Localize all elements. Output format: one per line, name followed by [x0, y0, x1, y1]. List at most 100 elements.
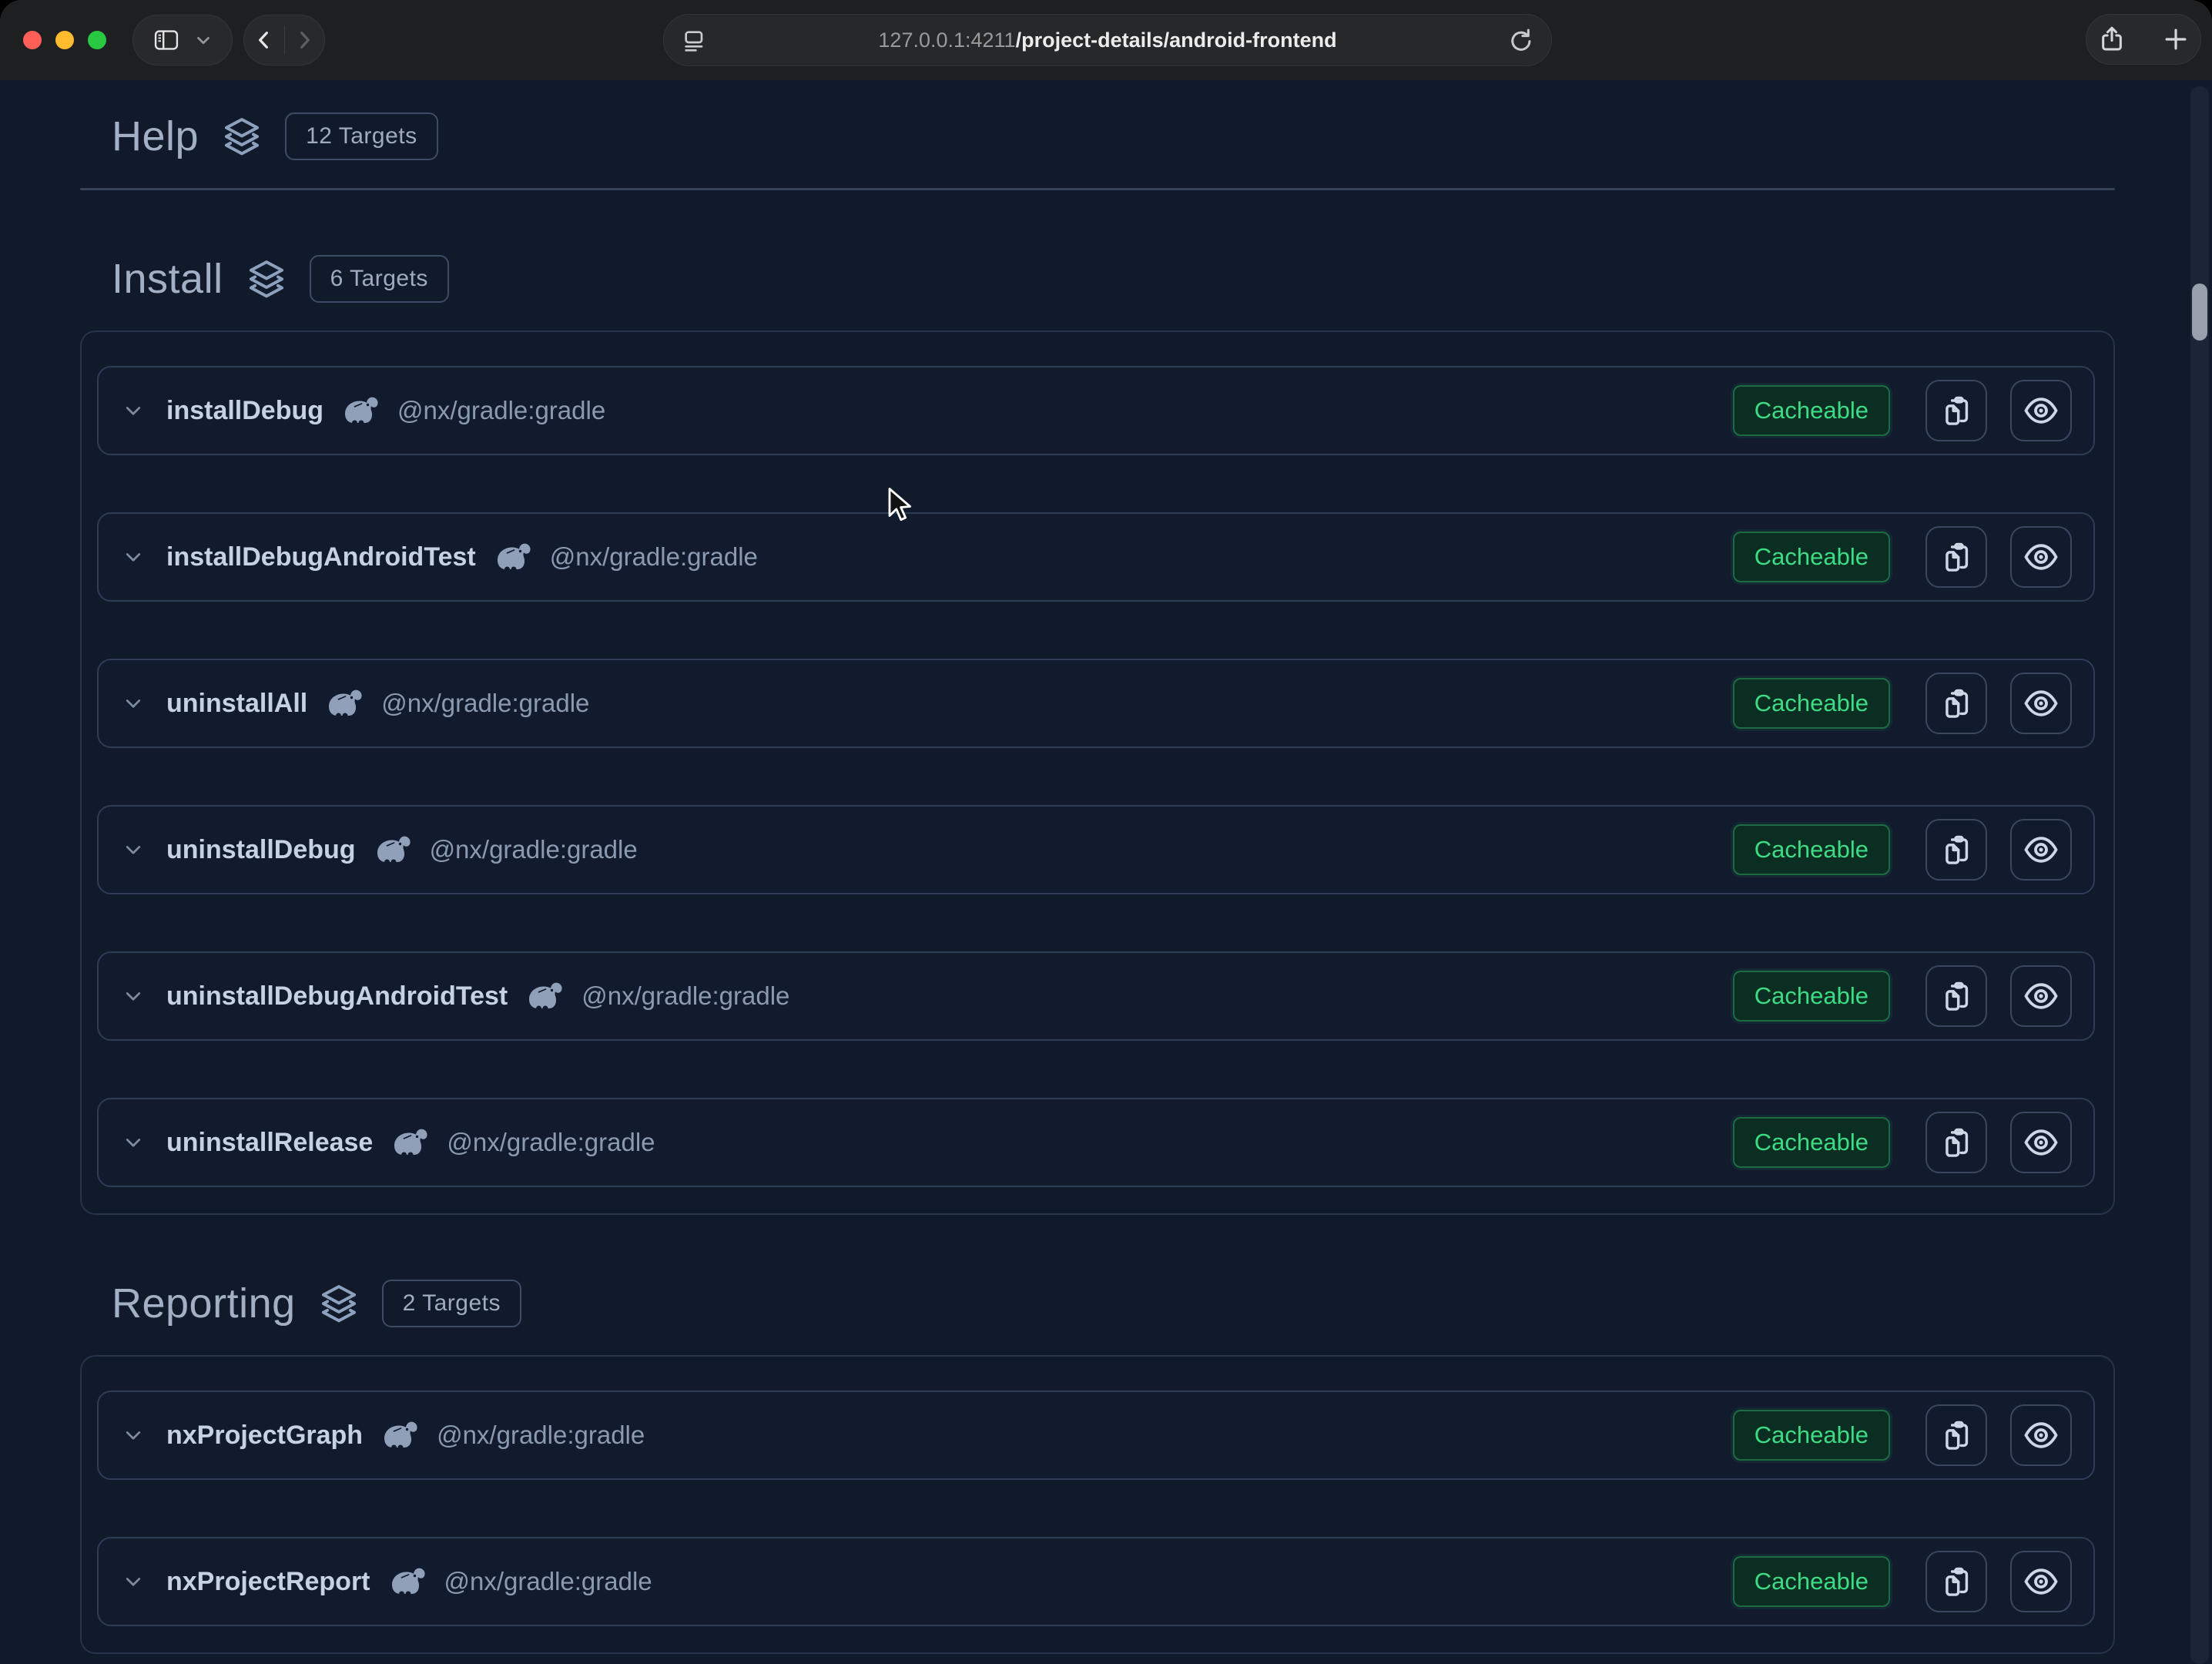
reload-button[interactable] — [1507, 26, 1536, 59]
section-divider — [80, 188, 2115, 190]
chevron-down-icon[interactable] — [120, 544, 146, 570]
copy-button[interactable] — [1925, 1551, 1987, 1612]
cacheable-badge: Cacheable — [1733, 385, 1890, 436]
eye-button[interactable] — [2010, 526, 2072, 588]
project-details-page: Help 12 Targets Install 6 — [0, 80, 2212, 1664]
url-path: /project-details/android-frontend — [1016, 29, 1337, 52]
target-row[interactable]: uninstallDebug @nx/gradle:gradle Cacheab… — [97, 805, 2095, 894]
targets-count-badge: 2 Targets — [382, 1280, 521, 1327]
target-executor: @nx/gradle:gradle — [444, 1567, 652, 1596]
cacheable-badge: Cacheable — [1733, 1117, 1890, 1168]
copy-button[interactable] — [1925, 526, 1987, 588]
zoom-window-button[interactable] — [88, 31, 106, 49]
copy-button[interactable] — [1925, 673, 1987, 734]
nav-buttons — [243, 15, 325, 65]
chevron-down-icon[interactable] — [120, 837, 146, 863]
target-row[interactable]: nxProjectGraph @nx/gradle:gradle Cacheab… — [97, 1391, 2095, 1480]
cacheable-badge: Cacheable — [1733, 532, 1890, 582]
target-executor: @nx/gradle:gradle — [447, 1128, 655, 1157]
sidebar-icon — [152, 25, 181, 55]
copy-icon — [1939, 978, 1974, 1014]
copy-icon — [1939, 1417, 1974, 1453]
copy-icon — [1939, 1125, 1974, 1160]
page-settings-icon — [679, 25, 710, 56]
chevron-down-icon[interactable] — [120, 690, 146, 716]
layers-icon — [317, 1282, 360, 1325]
copy-button[interactable] — [1925, 1404, 1987, 1466]
section-title: Reporting — [112, 1278, 296, 1329]
copy-button[interactable] — [1925, 1112, 1987, 1173]
target-row[interactable]: installDebugAndroidTest @nx/gradle:gradl… — [97, 512, 2095, 602]
copy-icon — [1939, 1564, 1974, 1599]
chevron-down-icon[interactable] — [120, 1422, 146, 1448]
target-executor: @nx/gradle:gradle — [430, 835, 638, 864]
gradle-icon — [344, 395, 380, 426]
eye-button[interactable] — [2010, 1551, 2072, 1612]
address-bar[interactable]: 127.0.0.1:4211/project-details/android-f… — [663, 14, 1552, 66]
layers-icon — [245, 257, 288, 300]
forward-button[interactable] — [284, 15, 324, 65]
reload-icon — [1507, 26, 1536, 55]
target-name: uninstallRelease — [166, 1128, 373, 1158]
target-executor: @nx/gradle:gradle — [581, 981, 789, 1011]
eye-button[interactable] — [2010, 673, 2072, 734]
toolbar-right-group — [2086, 14, 2201, 65]
row-actions: Cacheable — [1733, 965, 2072, 1027]
row-actions: Cacheable — [1733, 1112, 2072, 1173]
targets-count-badge: 12 Targets — [285, 112, 438, 160]
section-heading: Help 12 Targets — [112, 111, 2115, 162]
scrollbar-thumb[interactable] — [2192, 283, 2207, 341]
new-tab-button[interactable] — [2161, 25, 2190, 54]
chevron-down-icon[interactable] — [120, 398, 146, 424]
target-name: uninstallDebugAndroidTest — [166, 981, 508, 1011]
gradle-icon — [393, 1127, 430, 1158]
share-icon — [2096, 24, 2127, 55]
sidebar-toggle-button[interactable] — [132, 15, 233, 65]
page-settings-button[interactable] — [679, 25, 710, 60]
eye-button[interactable] — [2010, 965, 2072, 1027]
chevron-down-icon[interactable] — [120, 1568, 146, 1595]
minimize-window-button[interactable] — [55, 31, 74, 49]
forward-icon — [292, 28, 317, 52]
scrollbar-track[interactable] — [2190, 86, 2209, 1664]
copy-button[interactable] — [1925, 965, 1987, 1027]
section-title: Install — [112, 253, 223, 304]
row-actions: Cacheable — [1733, 526, 2072, 588]
target-name: uninstallDebug — [166, 835, 356, 865]
project-targets: Help 12 Targets Install 6 — [80, 111, 2115, 1654]
eye-icon — [2023, 392, 2060, 429]
eye-button[interactable] — [2010, 380, 2072, 441]
target-executor: @nx/gradle:gradle — [381, 689, 589, 718]
eye-button[interactable] — [2010, 1404, 2072, 1466]
targets-count-badge: 6 Targets — [310, 255, 449, 303]
eye-icon — [2023, 538, 2060, 575]
browser-window: 127.0.0.1:4211/project-details/android-f… — [0, 0, 2212, 1664]
target-name: nxProjectReport — [166, 1567, 370, 1597]
copy-button[interactable] — [1925, 380, 1987, 441]
gradle-icon — [327, 688, 364, 719]
target-row[interactable]: nxProjectReport @nx/gradle:gradle Cachea… — [97, 1537, 2095, 1626]
target-name: installDebugAndroidTest — [166, 542, 476, 572]
eye-button[interactable] — [2010, 819, 2072, 881]
target-row[interactable]: uninstallRelease @nx/gradle:gradle Cache… — [97, 1098, 2095, 1187]
target-row[interactable]: uninstallDebugAndroidTest @nx/gradle:gra… — [97, 951, 2095, 1041]
copy-icon — [1939, 686, 1974, 721]
cacheable-badge: Cacheable — [1733, 971, 1890, 1022]
eye-button[interactable] — [2010, 1112, 2072, 1173]
copy-icon — [1939, 393, 1974, 428]
target-row[interactable]: installDebug @nx/gradle:gradle Cacheable — [97, 366, 2095, 455]
section-target-list: nxProjectGraph @nx/gradle:gradle Cacheab… — [80, 1355, 2115, 1654]
copy-button[interactable] — [1925, 819, 1987, 881]
close-window-button[interactable] — [23, 31, 42, 49]
row-actions: Cacheable — [1733, 673, 2072, 734]
chevron-down-icon[interactable] — [120, 1129, 146, 1156]
back-button[interactable] — [244, 15, 284, 65]
chevron-down-icon[interactable] — [120, 983, 146, 1009]
row-actions: Cacheable — [1733, 1404, 2072, 1466]
chevron-down-icon — [193, 30, 213, 50]
section-title: Help — [112, 111, 199, 162]
eye-icon — [2023, 1563, 2060, 1600]
share-button[interactable] — [2096, 24, 2127, 55]
target-name: installDebug — [166, 396, 323, 426]
target-row[interactable]: uninstallAll @nx/gradle:gradle Cacheable — [97, 659, 2095, 748]
